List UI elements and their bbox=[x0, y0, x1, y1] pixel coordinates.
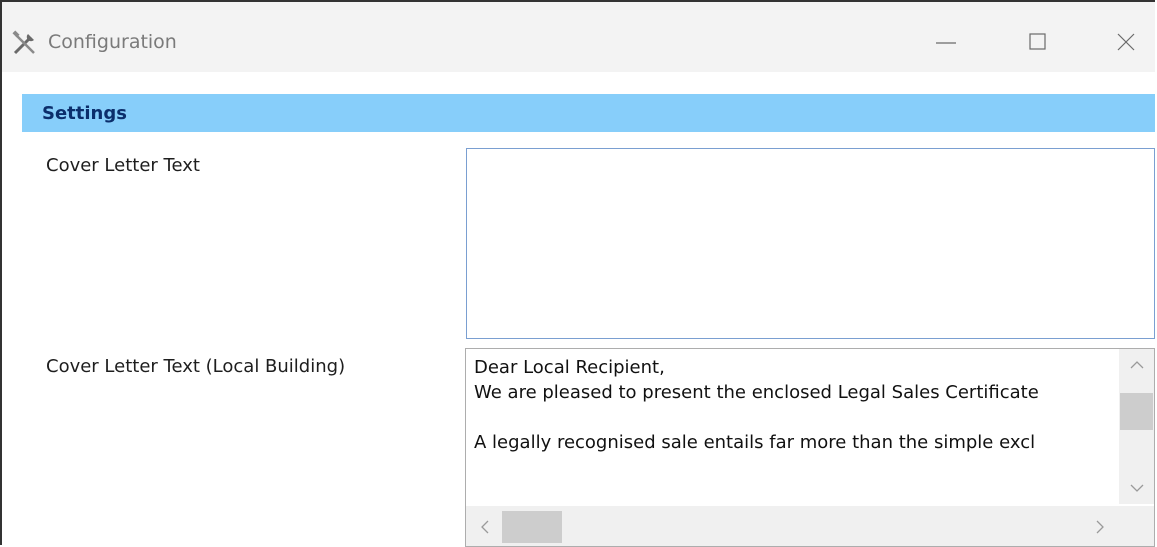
section-title: Settings bbox=[42, 103, 127, 124]
horizontal-scroll-thumb[interactable] bbox=[502, 511, 562, 543]
cover-letter-text-input[interactable] bbox=[466, 148, 1155, 339]
close-icon bbox=[1117, 33, 1135, 51]
text-content[interactable]: Dear Local Recipient, We are pleased to … bbox=[474, 355, 1124, 505]
text-line: Dear Local Recipient, bbox=[474, 357, 665, 378]
minimize-icon bbox=[936, 42, 956, 44]
vertical-scroll-thumb[interactable] bbox=[1120, 393, 1153, 430]
cover-letter-text-local-input[interactable]: Dear Local Recipient, We are pleased to … bbox=[465, 348, 1155, 547]
configuration-window: Configuration Settings Cover Letter Text… bbox=[0, 0, 1155, 547]
scroll-down-icon[interactable] bbox=[1130, 483, 1144, 493]
cover-letter-text-local-label: Cover Letter Text (Local Building) bbox=[46, 356, 346, 377]
title-bar[interactable]: Configuration bbox=[2, 2, 1155, 72]
scroll-right-icon[interactable] bbox=[1095, 520, 1105, 534]
vertical-scrollbar[interactable] bbox=[1119, 349, 1154, 504]
scrollbar-corner bbox=[1119, 506, 1154, 546]
maximize-icon bbox=[1029, 33, 1046, 50]
maximize-button[interactable] bbox=[1018, 24, 1058, 60]
close-button[interactable] bbox=[1106, 24, 1146, 60]
text-line: ​ bbox=[474, 405, 1124, 430]
window-title: Configuration bbox=[48, 31, 177, 53]
horizontal-scrollbar[interactable] bbox=[466, 506, 1119, 546]
minimize-button[interactable] bbox=[926, 24, 966, 60]
cover-letter-text-label: Cover Letter Text bbox=[46, 155, 200, 176]
scroll-up-icon[interactable] bbox=[1130, 360, 1144, 370]
scroll-left-icon[interactable] bbox=[480, 520, 490, 534]
text-line: We are pleased to present the enclosed L… bbox=[474, 382, 1039, 403]
text-line: A legally recognised sale entails far mo… bbox=[474, 432, 1036, 453]
settings-section-header: Settings bbox=[22, 94, 1155, 132]
tools-icon bbox=[12, 30, 35, 55]
